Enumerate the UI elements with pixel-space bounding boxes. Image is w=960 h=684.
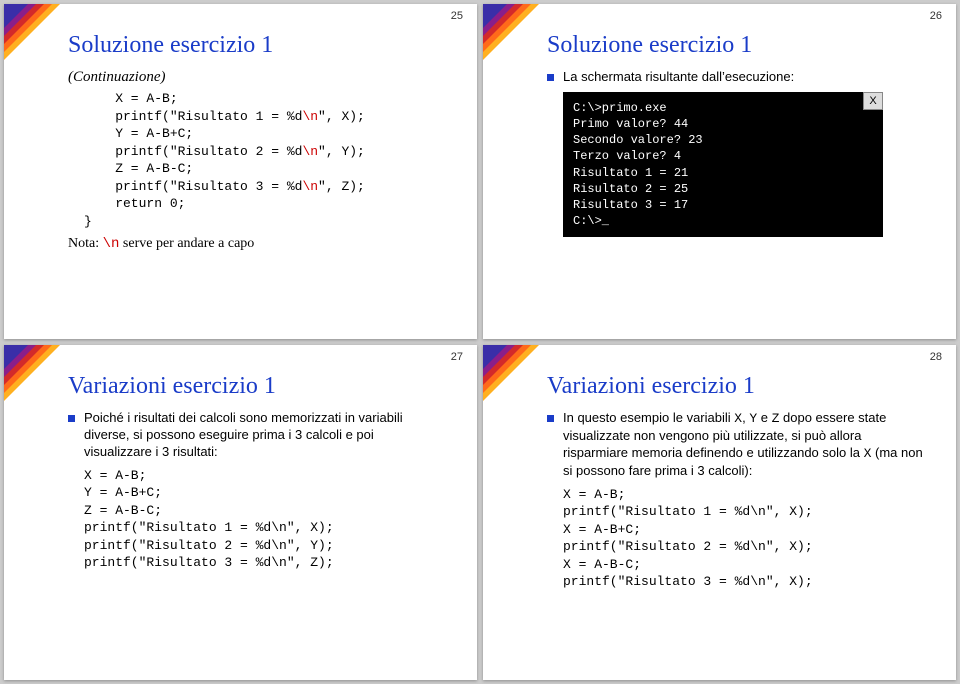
corner-decoration-icon: [4, 345, 60, 401]
code-block: X = A-B; Y = A-B+C; Z = A-B-C; printf("R…: [84, 467, 445, 572]
escape-n: \n: [103, 236, 120, 252]
terminal-text: C:\>primo.exe Primo valore? 44 Secondo v…: [573, 101, 703, 228]
bullet-span: In questo esempio le variabili: [563, 410, 734, 425]
corner-decoration-icon: [4, 4, 60, 60]
page-number: 28: [930, 351, 942, 363]
corner-decoration-icon: [483, 345, 539, 401]
page-number: 25: [451, 10, 463, 22]
slide-27: 27 Variazioni esercizio 1 Poiché i risul…: [4, 345, 477, 680]
bullet-text: La schermata risultante dall’esecuzione:: [547, 69, 924, 86]
slide-title: Soluzione esercizio 1: [547, 32, 924, 59]
escape-n: \n: [302, 109, 318, 124]
slide-25: 25 Soluzione esercizio 1 (Continuazione)…: [4, 4, 477, 339]
var-x: X: [734, 411, 742, 426]
note-text: serve per andare a capo: [119, 236, 254, 251]
bullet-span: e: [757, 410, 771, 425]
slide-title: Variazioni esercizio 1: [547, 373, 924, 400]
code-block: X = A-B; printf("Risultato 1 = %d\n", X)…: [563, 486, 924, 591]
escape-n: \n: [302, 179, 318, 194]
page-number: 26: [930, 10, 942, 22]
page-number: 27: [451, 351, 463, 363]
escape-n: \n: [302, 144, 318, 159]
slide-title: Soluzione esercizio 1: [68, 32, 445, 59]
slide-title: Variazioni esercizio 1: [68, 373, 445, 400]
terminal-output: X C:\>primo.exe Primo valore? 44 Secondo …: [563, 92, 883, 238]
note-line: Nota: \n serve per andare a capo: [68, 236, 445, 252]
code-text: X = A-B; printf("Risultato 1 = %d: [84, 91, 302, 124]
slide-28: 28 Variazioni esercizio 1 In questo esem…: [483, 345, 956, 680]
slide-26: 26 Soluzione esercizio 1 La schermata ri…: [483, 4, 956, 339]
slide-grid: 25 Soluzione esercizio 1 (Continuazione)…: [0, 0, 960, 684]
corner-decoration-icon: [483, 4, 539, 60]
note-text: Nota:: [68, 236, 103, 251]
code-block: X = A-B; printf("Risultato 1 = %d\n", X)…: [84, 90, 445, 230]
continuation-label: (Continuazione): [68, 69, 445, 86]
close-icon[interactable]: X: [863, 92, 883, 110]
bullet-text: In questo esempio le variabili X, Y e Z …: [547, 410, 924, 480]
bullet-text: Poiché i risultati dei calcoli sono memo…: [68, 410, 445, 461]
var-y: Y: [749, 411, 757, 426]
